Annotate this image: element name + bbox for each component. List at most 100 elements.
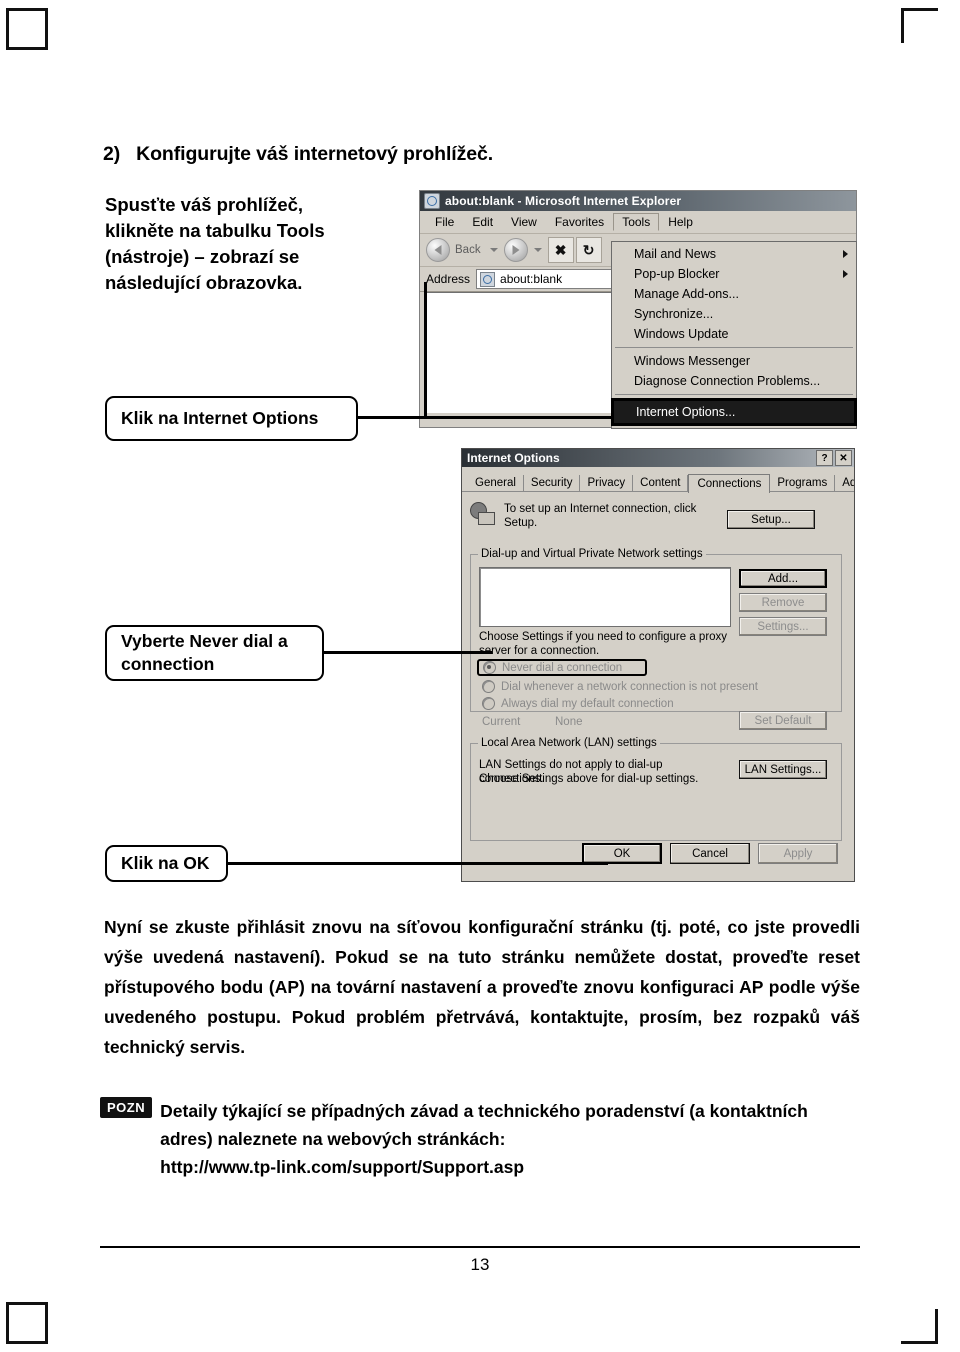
- menu-item-label: Windows Update: [634, 327, 729, 341]
- menu-item-internet-options[interactable]: Internet Options...: [614, 401, 854, 423]
- address-page-icon: [480, 271, 496, 287]
- internet-options-dialog-screenshot: Internet Options ? ✕ General Security Pr…: [461, 448, 855, 882]
- help-button-icon[interactable]: ?: [816, 450, 833, 466]
- menu-item-diagnose-connection-problems[interactable]: Diagnose Connection Problems...: [612, 371, 856, 391]
- callout-1-bold: Internet Options: [183, 408, 319, 428]
- radio-dial-whenever-label: Dial whenever a network connection is no…: [501, 680, 758, 693]
- radio-dial-whenever-icon: [482, 680, 495, 693]
- note-body: Detaily týkající se případných závad a t…: [160, 1101, 808, 1149]
- forward-button-icon[interactable]: [503, 238, 528, 262]
- note-url: http://www.tp-link.com/support/Support.a…: [160, 1157, 525, 1177]
- submenu-arrow-icon: [843, 250, 848, 258]
- menu-item-popup-blocker[interactable]: Pop-up Blocker: [612, 264, 856, 284]
- menu-item-label: Windows Messenger: [634, 354, 751, 368]
- note-text: Detaily týkající se případných závad a t…: [160, 1097, 850, 1181]
- globe-computer-icon: [470, 502, 496, 526]
- tab-general[interactable]: General: [468, 475, 524, 491]
- back-button-label: Back: [455, 244, 481, 256]
- callout-click-internet-options: Klik na Internet Options: [105, 396, 358, 441]
- page-number: 13: [470, 1255, 490, 1274]
- cancel-button[interactable]: Cancel: [670, 843, 750, 864]
- leader-line-internet-options-vertical: [424, 282, 427, 419]
- dialup-group-label: Dial-up and Virtual Private Network sett…: [478, 548, 706, 560]
- intro-paragraph: Spusťte váš prohlížeč, klikněte na tabul…: [105, 192, 405, 296]
- stop-button-icon[interactable]: ✖: [547, 237, 574, 263]
- menu-item-label: Internet Options...: [636, 405, 736, 419]
- close-button-icon[interactable]: ✕: [835, 450, 852, 466]
- connections-listbox[interactable]: [479, 567, 731, 627]
- radio-always-dial-label: Always dial my default connection: [501, 697, 674, 710]
- menu-view[interactable]: View: [502, 213, 546, 231]
- menu-tools[interactable]: Tools: [613, 213, 660, 231]
- address-label: Address: [426, 272, 471, 286]
- tab-programs[interactable]: Programs: [770, 475, 836, 491]
- tab-content[interactable]: Content: [633, 475, 689, 491]
- forward-dropdown-caret-icon[interactable]: [533, 248, 542, 252]
- menu-item-label: Diagnose Connection Problems...: [634, 374, 821, 388]
- menu-item-synchronize[interactable]: Synchronize...: [612, 304, 856, 324]
- tab-security[interactable]: Security: [524, 475, 581, 491]
- browser-favicon-icon: [424, 193, 440, 209]
- page-title: 2) Konfigurujte váš internetový prohlížeč…: [103, 143, 493, 166]
- setup-button[interactable]: Setup...: [727, 510, 815, 529]
- callout-3-bold: OK: [183, 853, 210, 873]
- current-label: Current: [482, 716, 521, 728]
- remove-button: Remove: [739, 593, 827, 612]
- dialup-settings-group: Dial-up and Virtual Private Network sett…: [470, 548, 842, 730]
- address-value: about:blank: [500, 272, 563, 286]
- menu-favorites[interactable]: Favorites: [546, 213, 613, 231]
- apply-button: Apply: [758, 843, 838, 864]
- ok-button[interactable]: OK: [582, 843, 662, 864]
- menu-item-mail-and-news[interactable]: Mail and News: [612, 244, 856, 264]
- browser-titlebar: about:blank - Microsoft Internet Explore…: [420, 191, 856, 211]
- dialog-body: To set up an Internet connection, click …: [470, 498, 846, 878]
- menu-item-label: Mail and News: [634, 247, 716, 261]
- menu-item-manage-add-ons[interactable]: Manage Add-ons...: [612, 284, 856, 304]
- callout-select-never-dial: Vyberte Never dial a connection: [105, 625, 324, 681]
- menu-help[interactable]: Help: [659, 213, 702, 231]
- refresh-button-icon[interactable]: ↻: [575, 237, 602, 263]
- radio-never-dial-label: Never dial a connection: [502, 661, 623, 674]
- browser-menubar: File Edit View Favorites Tools Help: [420, 211, 856, 234]
- tab-connections[interactable]: Connections: [688, 474, 771, 493]
- leader-line-ok: [228, 862, 608, 865]
- intro-line-3: (nástroje) – zobrazí se: [105, 246, 300, 267]
- dialog-titlebar: Internet Options ? ✕: [462, 449, 854, 467]
- setup-description: To set up an Internet connection, click …: [504, 503, 697, 529]
- setup-row: To set up an Internet connection, click …: [470, 498, 846, 530]
- back-button-icon[interactable]: [426, 238, 450, 262]
- tab-advanced[interactable]: Advanced: [835, 475, 854, 491]
- menu-item-label: Manage Add-ons...: [634, 287, 739, 301]
- add-button[interactable]: Add...: [739, 569, 827, 588]
- back-dropdown-caret-icon[interactable]: [489, 248, 498, 252]
- dialog-title: Internet Options: [467, 451, 560, 465]
- intro-line-2-bold: Tools: [276, 220, 325, 241]
- footer-divider: [100, 1246, 860, 1248]
- callout-3-prefix: Klik na: [121, 853, 184, 873]
- leader-line-internet-options-horizontal: [358, 416, 612, 419]
- tools-dropdown-menu: Mail and News Pop-up Blocker Manage Add-…: [611, 241, 857, 429]
- intro-line-1: Spusťte váš prohlížeč,: [105, 194, 304, 215]
- submenu-arrow-icon: [843, 270, 848, 278]
- callout-click-ok: Klik na OK: [105, 845, 228, 882]
- note-block: POZN Detaily týkající se případných závad…: [100, 1097, 860, 1181]
- step-number: 2): [103, 143, 121, 165]
- note-badge: POZN: [100, 1097, 153, 1118]
- radio-always-dial[interactable]: Always dial my default connection: [482, 696, 674, 711]
- lan-settings-button[interactable]: LAN Settings...: [739, 760, 827, 779]
- step-title-text: Konfigurujte váš internetový prohlížeč.: [136, 143, 494, 165]
- menu-item-windows-update[interactable]: Windows Update: [612, 324, 856, 344]
- tab-privacy[interactable]: Privacy: [580, 475, 634, 491]
- page-content: 2) Konfigurujte váš internetový prohlížeč…: [0, 0, 960, 1352]
- leader-line-never-dial: [324, 651, 492, 654]
- menu-edit[interactable]: Edit: [463, 213, 502, 231]
- radio-never-dial-a-connection[interactable]: Never dial a connection: [477, 659, 647, 676]
- menu-separator: [615, 394, 853, 395]
- radio-dial-whenever[interactable]: Dial whenever a network connection is no…: [482, 679, 758, 694]
- menu-file[interactable]: File: [426, 213, 463, 231]
- dialog-footer-buttons: OK Cancel Apply: [470, 843, 846, 864]
- lan-settings-group: Local Area Network (LAN) settings LAN Se…: [470, 737, 842, 841]
- menu-item-windows-messenger[interactable]: Windows Messenger: [612, 351, 856, 371]
- menu-separator: [615, 347, 853, 348]
- browser-title-text: about:blank - Microsoft Internet Explore…: [445, 194, 682, 208]
